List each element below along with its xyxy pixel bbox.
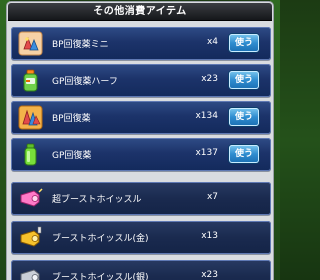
- item-count: x134: [195, 111, 218, 121]
- gold-whistle-icon: [20, 226, 42, 247]
- screen: その他消費アイテム BP回復薬ミニ x4 使う GP回復薬ハーフ x23 使う: [0, 0, 280, 280]
- item-count: x23: [201, 270, 218, 280]
- item-name: BP回復薬ミニ: [52, 40, 109, 50]
- use-button[interactable]: 使う: [229, 34, 259, 52]
- bp-potion-icon: [18, 105, 43, 130]
- item-name: ブーストホイッスル(金): [52, 234, 149, 244]
- item-count: x23: [201, 74, 218, 84]
- item-row-super-whistle: 超ブーストホイッスル x7: [11, 182, 271, 215]
- item-name: BP回復薬: [52, 114, 91, 124]
- item-row-silver-whistle: ブーストホイッスル(銀) x23: [11, 260, 271, 280]
- item-count: x7: [206, 192, 218, 202]
- gp-bottle-icon: [24, 143, 37, 166]
- item-row-bp: BP回復薬 x134 使う: [11, 101, 271, 134]
- item-name: 超ブーストホイッスル: [52, 195, 142, 205]
- item-row-gold-whistle: ブーストホイッスル(金) x13: [11, 221, 271, 254]
- item-name: ブーストホイッスル(銀): [52, 273, 149, 280]
- item-count: x4: [206, 37, 218, 47]
- item-count: x137: [195, 148, 218, 158]
- gp-half-bottle-icon: [23, 69, 38, 92]
- item-row-bp-mini: BP回復薬ミニ x4 使う: [11, 27, 271, 60]
- item-row-gp: GP回復薬 x137 使う: [11, 138, 271, 171]
- use-button[interactable]: 使う: [229, 145, 259, 163]
- item-count: x13: [201, 231, 218, 241]
- item-name: GP回復薬: [52, 151, 92, 161]
- pink-whistle-icon: [20, 188, 43, 207]
- item-row-gp-half: GP回復薬ハーフ x23 使う: [11, 64, 271, 97]
- panel-title: その他消費アイテム: [8, 3, 272, 21]
- use-button[interactable]: 使う: [229, 108, 259, 126]
- silver-whistle-icon: [20, 269, 40, 280]
- bp-mini-potion-icon: [18, 31, 43, 56]
- item-name: GP回復薬ハーフ: [52, 77, 118, 87]
- use-button[interactable]: 使う: [229, 71, 259, 89]
